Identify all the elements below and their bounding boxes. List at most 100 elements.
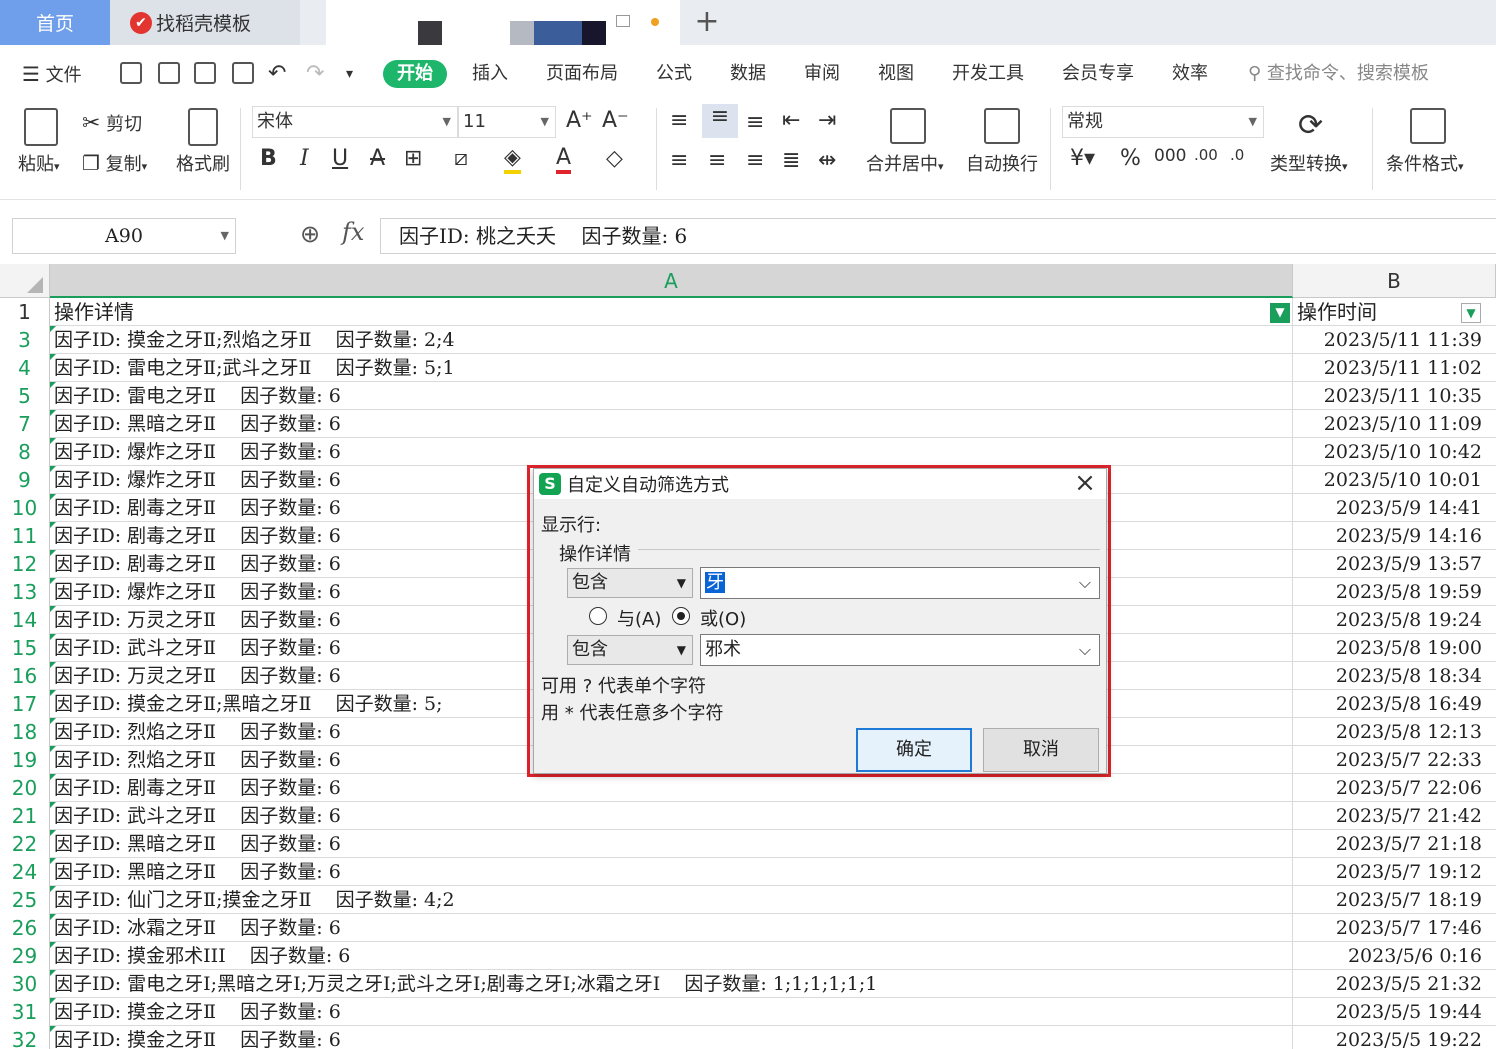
- or-radio[interactable]: [672, 607, 690, 625]
- row-number[interactable]: 19: [0, 746, 50, 774]
- close-icon[interactable]: ×: [1070, 469, 1100, 499]
- filter-active-icon[interactable]: ▼: [1270, 303, 1290, 323]
- save-icon[interactable]: [120, 62, 142, 84]
- align-middle-icon[interactable]: ≡: [702, 104, 738, 138]
- cell-time[interactable]: 2023/5/10 10:42: [1293, 438, 1496, 466]
- and-radio-label[interactable]: 与(A): [617, 605, 661, 631]
- align-right-icon[interactable]: ≡: [746, 148, 764, 173]
- tab-home[interactable]: 首页: [0, 0, 110, 45]
- cell-time[interactable]: 2023/5/7 22:33: [1293, 746, 1496, 774]
- copy-button[interactable]: ❐ 复制▾: [82, 150, 147, 176]
- cell-time[interactable]: 2023/5/7 22:06: [1293, 774, 1496, 802]
- percent-icon[interactable]: %: [1120, 146, 1141, 171]
- cell-details[interactable]: 因子ID: 雷电之牙Ⅱ;武斗之牙Ⅱ 因子数量: 5;1: [50, 354, 1293, 382]
- number-format-select[interactable]: 常规 ▼: [1062, 106, 1264, 138]
- cell-time[interactable]: 2023/5/10 10:01: [1293, 466, 1496, 494]
- cell-time[interactable]: 2023/5/8 19:00: [1293, 634, 1496, 662]
- cell-time[interactable]: 2023/5/8 18:34: [1293, 662, 1496, 690]
- fill-color-icon[interactable]: ◈: [504, 146, 521, 174]
- row-number[interactable]: 10: [0, 494, 50, 522]
- cell-time[interactable]: 2023/5/7 17:46: [1293, 914, 1496, 942]
- cell-details[interactable]: 因子ID: 摸金之牙Ⅱ 因子数量: 6: [50, 998, 1293, 1026]
- cell-details[interactable]: 因子ID: 爆炸之牙Ⅱ 因子数量: 6: [50, 438, 1293, 466]
- cell-time[interactable]: 2023/5/8 19:59: [1293, 578, 1496, 606]
- cell-time[interactable]: 2023/5/8 19:24: [1293, 606, 1496, 634]
- zoom-icon[interactable]: ⊕: [300, 220, 320, 248]
- italic-icon[interactable]: I: [300, 146, 309, 171]
- cell-details[interactable]: 因子ID: 雷电之牙Ⅰ;黑暗之牙Ⅰ;万灵之牙Ⅰ;武斗之牙Ⅰ;剧毒之牙Ⅰ;冰霜之牙…: [50, 970, 1293, 998]
- type-convert-button[interactable]: 类型转换▾: [1270, 150, 1348, 176]
- cell-time[interactable]: 2023/5/11 11:02: [1293, 354, 1496, 382]
- decrease-indent-icon[interactable]: ⇤: [782, 108, 800, 133]
- tab-daoke-templates[interactable]: ✔ 找稻壳模板: [110, 0, 300, 45]
- cell-details[interactable]: 因子ID: 黑暗之牙Ⅱ 因子数量: 6: [50, 830, 1293, 858]
- row-number[interactable]: 21: [0, 802, 50, 830]
- select-all-corner[interactable]: [0, 264, 50, 298]
- strikethrough-icon[interactable]: A: [370, 146, 385, 171]
- row-number[interactable]: 26: [0, 914, 50, 942]
- or-radio-label[interactable]: 或(O): [700, 605, 746, 631]
- row-number[interactable]: 12: [0, 550, 50, 578]
- type-convert-icon[interactable]: ⟳: [1298, 108, 1323, 143]
- cell-time[interactable]: 2023/5/9 14:41: [1293, 494, 1496, 522]
- filter-dropdown-icon[interactable]: ▼: [1461, 303, 1481, 323]
- increase-font-icon[interactable]: A⁺: [566, 108, 593, 133]
- cell-time[interactable]: 2023/5/9 13:57: [1293, 550, 1496, 578]
- condition1-operator-select[interactable]: 包含 ▼: [567, 568, 693, 598]
- thousands-icon[interactable]: 000: [1154, 146, 1186, 166]
- print-preview-icon[interactable]: [232, 62, 254, 84]
- align-left-icon[interactable]: ≡: [670, 148, 688, 173]
- distribute-icon[interactable]: ⇹: [818, 148, 836, 173]
- ok-button[interactable]: 确定: [856, 728, 972, 772]
- font-name-select[interactable]: 宋体 ▼: [252, 106, 458, 138]
- row-number[interactable]: 8: [0, 438, 50, 466]
- row-number[interactable]: 4: [0, 354, 50, 382]
- row-number[interactable]: 32: [0, 1026, 50, 1049]
- row-number[interactable]: 11: [0, 522, 50, 550]
- cell-time[interactable]: 2023/5/6 0:16: [1293, 942, 1496, 970]
- column-header-a[interactable]: A: [50, 264, 1293, 298]
- and-radio[interactable]: [589, 607, 607, 625]
- cell-time[interactable]: 2023/5/5 21:32: [1293, 970, 1496, 998]
- cell-time[interactable]: 2023/5/11 11:39: [1293, 326, 1496, 354]
- cell-details[interactable]: 因子ID: 黑暗之牙Ⅱ 因子数量: 6: [50, 410, 1293, 438]
- row-number[interactable]: 22: [0, 830, 50, 858]
- row-number[interactable]: 13: [0, 578, 50, 606]
- row-number[interactable]: 29: [0, 942, 50, 970]
- condition2-value-input[interactable]: 邪术 ⌵: [700, 634, 1100, 666]
- row-number[interactable]: 24: [0, 858, 50, 886]
- format-painter-icon[interactable]: [188, 108, 218, 146]
- file-menu[interactable]: ☰ 文件: [22, 60, 82, 88]
- tab-active-document[interactable]: [326, 0, 680, 45]
- decrease-font-icon[interactable]: A⁻: [602, 108, 629, 133]
- condition1-value-input[interactable]: 牙 ⌵: [700, 567, 1100, 599]
- cell-time[interactable]: 2023/5/7 19:12: [1293, 858, 1496, 886]
- row-number[interactable]: 16: [0, 662, 50, 690]
- align-top-icon[interactable]: ≡: [670, 108, 688, 133]
- cell-time[interactable]: 2023/5/7 21:18: [1293, 830, 1496, 858]
- insert-function-button[interactable]: fx: [342, 218, 364, 246]
- column-header-b[interactable]: B: [1293, 264, 1496, 298]
- cell-details[interactable]: 因子ID: 摸金邪术III 因子数量: 6: [50, 942, 1293, 970]
- menu-efficiency[interactable]: 效率: [1172, 60, 1208, 88]
- clear-format-icon[interactable]: ◇: [606, 146, 623, 171]
- font-color-icon[interactable]: A: [556, 146, 572, 174]
- bold-icon[interactable]: B: [260, 146, 277, 171]
- row-number[interactable]: 17: [0, 690, 50, 718]
- row-number[interactable]: 9: [0, 466, 50, 494]
- conditional-format-icon[interactable]: [1410, 108, 1446, 144]
- cancel-button[interactable]: 取消: [983, 728, 1099, 772]
- row-number[interactable]: 1: [0, 298, 50, 326]
- menu-developer[interactable]: 开发工具: [952, 60, 1024, 88]
- condition2-operator-select[interactable]: 包含 ▼: [567, 635, 693, 665]
- cell-details[interactable]: 因子ID: 武斗之牙Ⅱ 因子数量: 6: [50, 802, 1293, 830]
- menu-page-layout[interactable]: 页面布局: [546, 60, 618, 88]
- row-number[interactable]: 18: [0, 718, 50, 746]
- cell-details[interactable]: 因子ID: 摸金之牙Ⅱ;烈焰之牙Ⅱ 因子数量: 2;4: [50, 326, 1293, 354]
- menu-insert[interactable]: 插入: [472, 60, 508, 88]
- formula-input[interactable]: 因子ID: 桃之夭夭 因子数量: 6: [380, 218, 1496, 254]
- cell-time[interactable]: 2023/5/11 10:35: [1293, 382, 1496, 410]
- paste-button[interactable]: 粘贴▾: [18, 150, 60, 176]
- cell-time[interactable]: 2023/5/5 19:44: [1293, 998, 1496, 1026]
- menu-review[interactable]: 审阅: [804, 60, 840, 88]
